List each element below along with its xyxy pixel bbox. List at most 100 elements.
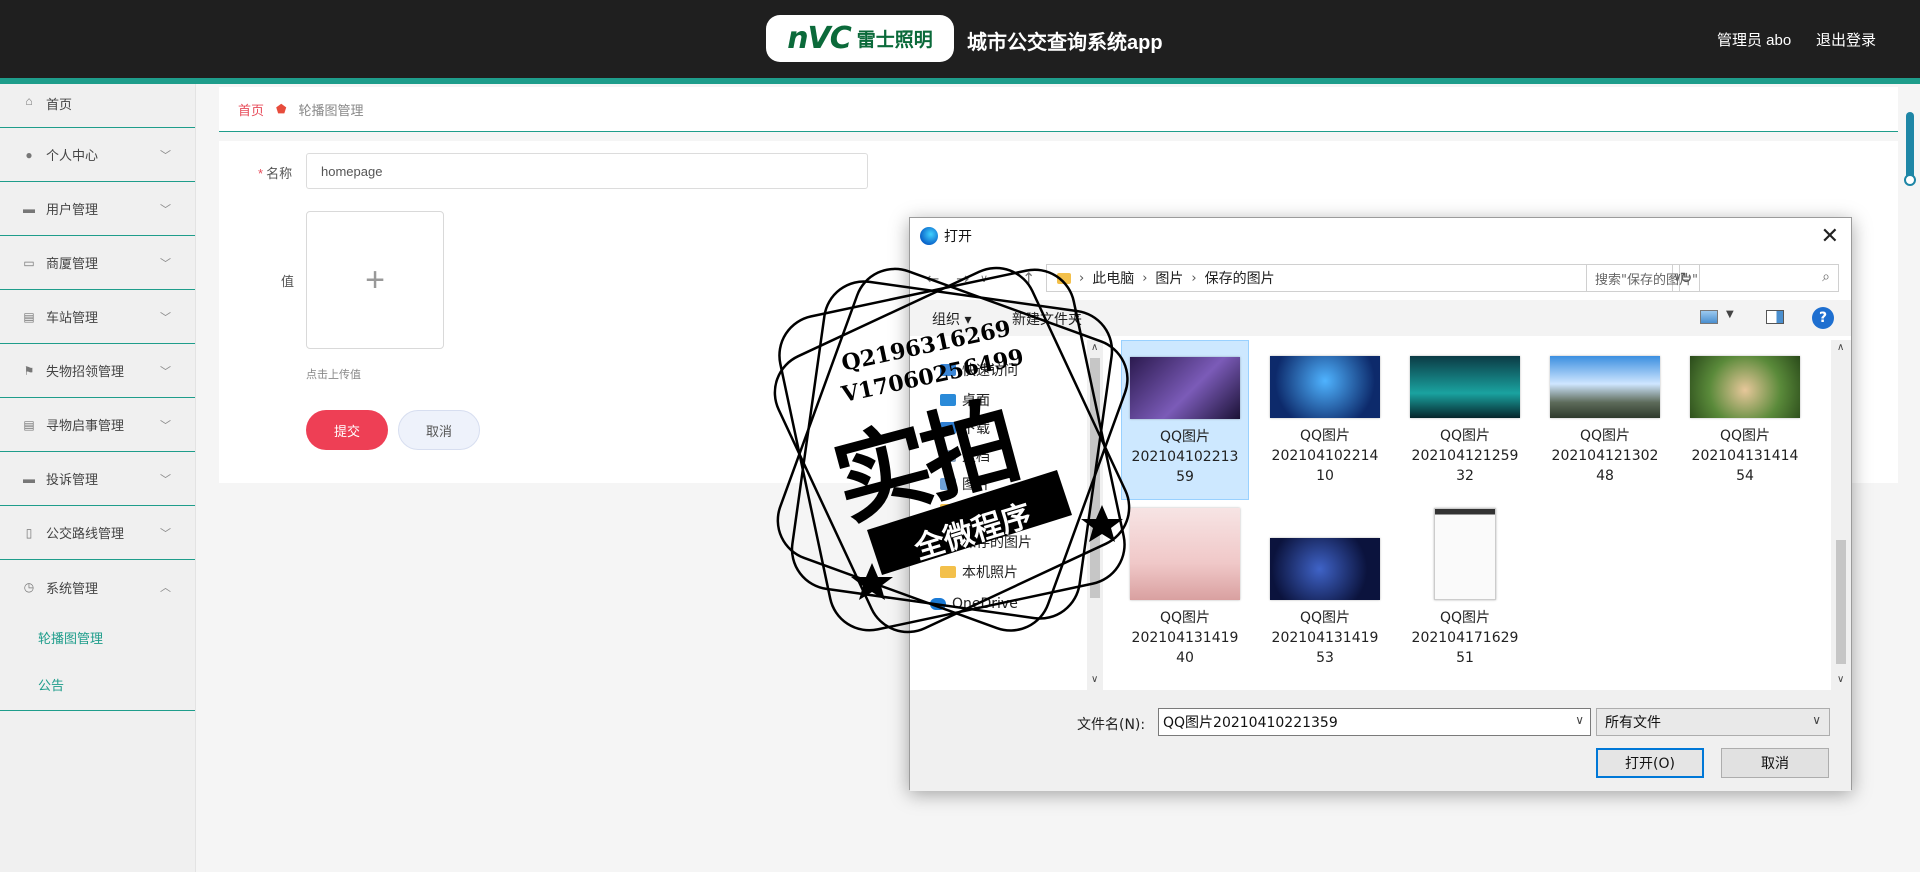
phone-icon: ▯: [25, 525, 33, 540]
sidebar-item-lost-notice[interactable]: ▤ 寻物启事管理 ﹀: [0, 398, 195, 452]
browser-icon: [920, 227, 938, 245]
logo-chinese-text: 雷士照明: [856, 30, 933, 51]
tree-item-downloads[interactable]: 下载: [940, 418, 990, 438]
sidebar-item-home[interactable]: ⌂ 首页: [0, 84, 195, 128]
preview-pane-icon[interactable]: [1766, 310, 1784, 324]
chevron-down-icon[interactable]: ∨: [1575, 713, 1584, 727]
sidebar-item-users[interactable]: ▬ 用户管理 ﹀: [0, 182, 195, 236]
open-button[interactable]: 打开(O): [1596, 748, 1704, 778]
users-icon: ▬: [23, 201, 35, 216]
star-icon: [940, 364, 956, 376]
sidebar-item-mall[interactable]: ▭ 商厦管理 ﹀: [0, 236, 195, 290]
name-input[interactable]: homepage: [306, 153, 868, 189]
filetype-select[interactable]: 所有文件 ∨: [1596, 708, 1830, 736]
cancel-button[interactable]: 取消: [398, 410, 480, 450]
tree-item-onedrive[interactable]: OneDrive: [930, 596, 1018, 612]
sidebar-item-label: 系统管理: [46, 580, 99, 596]
submit-button[interactable]: 提交: [306, 410, 388, 450]
sidebar-item-station[interactable]: ▤ 车站管理 ﹀: [0, 290, 195, 344]
tree-item-quick-access[interactable]: 快速访问: [940, 360, 1018, 380]
path-segment[interactable]: 此电脑: [1092, 268, 1134, 288]
filename-value: QQ图片20210410221359: [1163, 715, 1338, 731]
brand-logo: nVC 雷士照明: [766, 15, 954, 62]
chevron-down-icon: ﹀: [160, 150, 171, 162]
chevron-down-icon: ﹀: [160, 420, 171, 432]
file-open-dialog: 打开 ✕ ← → ∨ ↑ › 此电脑 › 图片 › 保存的图片 ∨ ↻ 搜索"保…: [909, 217, 1852, 791]
file-item[interactable]: QQ图片 202104131414 54: [1681, 340, 1809, 500]
path-segment[interactable]: 图片: [1155, 268, 1183, 288]
sidebar-item-label: 寻物启事管理: [46, 418, 125, 433]
tree-item-pictures[interactable]: 图片: [940, 474, 990, 494]
tree-item-saved-pictures[interactable]: 保存的图片: [940, 532, 1032, 552]
cloud-icon: [930, 598, 946, 610]
folder-icon: [1057, 272, 1071, 284]
file-item[interactable]: QQ图片 202104102214 10: [1261, 340, 1389, 500]
page-scrollbar-handle[interactable]: [1904, 174, 1916, 186]
clipboard-icon: ▤: [23, 417, 35, 432]
breadcrumb: 首页 ⬟ 轮播图管理: [219, 87, 1898, 132]
image-upload-button[interactable]: +: [306, 211, 444, 349]
tree-scrollbar-thumb[interactable]: [1090, 358, 1100, 598]
close-icon[interactable]: ✕: [1821, 224, 1839, 249]
clock-icon: ◷: [23, 580, 35, 594]
tree-item-desktop[interactable]: 桌面: [940, 390, 990, 410]
tree-item-documents[interactable]: 文档: [940, 446, 990, 466]
chevron-up-icon[interactable]: ∧: [1091, 342, 1098, 353]
new-folder-button[interactable]: 新建文件夹: [1012, 309, 1082, 329]
submenu-item-notice[interactable]: 公告: [0, 661, 195, 708]
dialog-cancel-button[interactable]: 取消: [1721, 748, 1829, 778]
chevron-up-icon: ︿: [160, 582, 171, 594]
view-mode-icon[interactable]: [1700, 310, 1718, 324]
chevron-down-icon[interactable]: ▼: [1726, 309, 1734, 320]
chevron-down-icon[interactable]: ∨: [1837, 674, 1844, 685]
desktop-icon: [940, 394, 956, 406]
up-icon[interactable]: ↑: [1022, 269, 1035, 288]
file-thumbnail: [1270, 356, 1380, 418]
logo-brand-text: nVC: [787, 21, 852, 56]
address-bar[interactable]: › 此电脑 › 图片 › 保存的图片 ∨: [1046, 264, 1682, 292]
building-icon: ▭: [23, 255, 35, 270]
chevron-down-icon: ﹀: [160, 312, 171, 324]
sidebar-item-profile[interactable]: ● 个人中心 ﹀: [0, 128, 195, 182]
file-scrollbar-thumb[interactable]: [1836, 540, 1846, 664]
file-grid: QQ图片 202104102213 59 QQ图片 202104102214 10 QQ…: [1107, 340, 1837, 690]
sidebar: ⌂ 首页 ● 个人中心 ﹀ ▬ 用户管理 ﹀ ▭ 商厦管理 ﹀ ▤ 车站管理 ﹀…: [0, 84, 196, 872]
system-submenu: 轮播图管理 公告: [0, 614, 195, 711]
chevron-up-icon[interactable]: ∧: [1837, 342, 1844, 353]
file-item[interactable]: QQ图片 202104121302 48: [1541, 340, 1669, 500]
sidebar-item-complaints[interactable]: ▬ 投诉管理 ﹀: [0, 452, 195, 506]
file-item[interactable]: QQ图片 202104131419 40: [1121, 508, 1249, 668]
file-item[interactable]: QQ图片 202104171629 51: [1401, 508, 1529, 668]
chevron-down-icon[interactable]: ∨: [1091, 674, 1098, 685]
tree-item-folder[interactable]: 202: [940, 502, 989, 518]
search-input[interactable]: 搜索"保存的图片" ⌕: [1586, 264, 1839, 292]
value-label: 值: [281, 274, 295, 289]
help-icon[interactable]: ?: [1812, 307, 1834, 329]
sidebar-item-lost-found[interactable]: ⚑ 失物招领管理 ﹀: [0, 344, 195, 398]
chevron-down-icon: ﹀: [160, 258, 171, 270]
monitor-icon: ▬: [23, 471, 35, 486]
tree-item-camera-roll[interactable]: 本机照片: [940, 562, 1018, 582]
recent-dropdown-icon[interactable]: ∨: [980, 272, 988, 285]
sidebar-item-system[interactable]: ◷ 系统管理 ︿: [0, 560, 195, 614]
sidebar-item-label: 个人中心: [46, 148, 99, 163]
submenu-item-carousel[interactable]: 轮播图管理: [0, 614, 195, 661]
filetype-value: 所有文件: [1605, 715, 1661, 731]
logout-link[interactable]: 退出登录: [1816, 29, 1876, 50]
file-item[interactable]: QQ图片 202104121259 32: [1401, 340, 1529, 500]
name-label: * 名称: [258, 166, 293, 181]
back-icon[interactable]: ←: [926, 269, 939, 288]
file-item[interactable]: QQ图片 202104131419 53: [1261, 508, 1389, 668]
home-icon: ⌂: [25, 94, 33, 108]
sidebar-item-bus-routes[interactable]: ▯ 公交路线管理 ﹀: [0, 506, 195, 560]
organize-menu[interactable]: 组织 ▾: [932, 309, 971, 329]
navigation-tree: 快速访问 桌面 下载 文档 图片 202 保存的图片 本机照片 OneDrive: [910, 340, 1105, 690]
file-thumbnail: [1130, 508, 1240, 600]
download-icon: [940, 422, 956, 434]
forward-icon[interactable]: →: [956, 269, 969, 288]
breadcrumb-home[interactable]: 首页: [238, 100, 264, 119]
chevron-right-icon: ›: [1079, 270, 1085, 286]
filename-input[interactable]: QQ图片20210410221359 ∨: [1158, 708, 1591, 736]
path-segment[interactable]: 保存的图片: [1205, 268, 1275, 288]
file-item[interactable]: QQ图片 202104102213 59: [1121, 340, 1249, 500]
